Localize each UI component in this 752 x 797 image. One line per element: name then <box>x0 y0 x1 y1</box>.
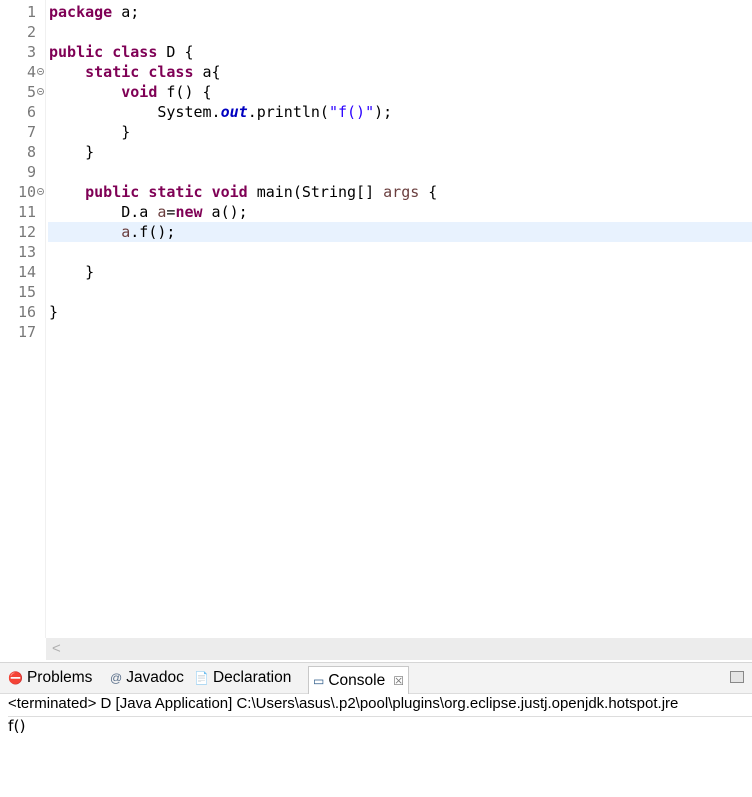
code-line[interactable]: 1 package a; <box>0 2 752 22</box>
code-text: } <box>49 123 131 141</box>
code-line[interactable]: 9 <box>0 162 752 182</box>
fold-collapse-icon[interactable] <box>37 88 44 95</box>
line-number: 7 <box>26 123 36 141</box>
line-number: 16 <box>17 303 36 321</box>
code-text: package a; <box>49 3 140 21</box>
line-number: 8 <box>26 143 36 161</box>
code-text: } <box>49 303 59 321</box>
code-line[interactable]: 15 <box>0 282 752 302</box>
fold-collapse-icon[interactable] <box>37 188 44 195</box>
console-icon: ▭ <box>313 673 325 688</box>
code-text: public static void main(String[] args { <box>85 183 438 201</box>
console-divider <box>8 716 752 717</box>
code-line[interactable]: 8 } <box>0 142 752 162</box>
tab-javadoc[interactable]: @ Javadoc <box>110 667 184 689</box>
line-number: 17 <box>17 323 36 341</box>
code-text: } <box>49 143 95 161</box>
line-number: 2 <box>26 23 36 41</box>
code-line[interactable]: 7 } <box>0 122 752 142</box>
tab-console[interactable]: ▭ Console ☒ <box>308 666 409 694</box>
console-output: f() <box>8 717 26 735</box>
line-number: 5 <box>26 83 36 101</box>
code-text: public class D { <box>49 43 194 61</box>
code-line[interactable]: 14 } <box>0 262 752 282</box>
code-line[interactable]: 17 <box>0 322 752 342</box>
scroll-left-icon[interactable]: < <box>52 640 61 657</box>
line-number: 15 <box>17 283 36 301</box>
tab-label: Problems <box>26 669 93 686</box>
code-line[interactable]: 5 void f() { <box>0 82 752 102</box>
horizontal-scrollbar[interactable]: < <box>46 638 752 660</box>
line-number: 6 <box>26 103 36 121</box>
line-number: 10 <box>17 183 36 201</box>
code-line[interactable]: 11 D.a a=new a(); <box>0 202 752 222</box>
tab-declaration[interactable]: 📄 Declaration <box>194 667 291 689</box>
code-editor[interactable]: 1 package a; 2 3 public class D {4 static cl… <box>0 0 752 660</box>
tab-label: Console <box>328 671 386 689</box>
line-number: 13 <box>17 243 36 261</box>
minimize-icon[interactable] <box>730 671 744 683</box>
line-number: 3 <box>26 43 36 61</box>
code-line[interactable]: 10 public static void main(String[] args… <box>0 182 752 202</box>
line-number: 1 <box>26 3 36 21</box>
code-text: D.a a=new a(); <box>49 203 248 221</box>
code-line[interactable]: 13 <box>0 242 752 262</box>
line-number: 9 <box>26 163 36 181</box>
line-number: 12 <box>17 223 36 241</box>
code-line[interactable]: 6 System.out.println("f()"); <box>0 102 752 122</box>
code-text: static class a{ <box>85 63 221 81</box>
panel-tabbar: ⛔ Problems @ Javadoc 📄 Declaration ▭ Console ☒ <box>0 663 752 694</box>
javadoc-icon: @ <box>110 671 123 685</box>
line-number: 14 <box>17 263 36 281</box>
code-text: System.out.println("f()"); <box>49 103 393 121</box>
close-icon[interactable]: ☒ <box>393 674 404 688</box>
code-text: } <box>49 263 95 281</box>
code-line[interactable]: 3 public class D { <box>0 42 752 62</box>
code-text: a.f(); <box>121 223 176 241</box>
bottom-panel: ⛔ Problems @ Javadoc 📄 Declaration ▭ Console ☒ <… <box>0 662 752 797</box>
code-line[interactable]: 4 static class a{ <box>0 62 752 82</box>
fold-collapse-icon[interactable] <box>37 68 44 75</box>
declaration-icon: 📄 <box>194 671 209 685</box>
code-line[interactable]: 2 <box>0 22 752 42</box>
code-line[interactable]: 12 a.f(); <box>0 222 752 242</box>
problems-icon: ⛔ <box>8 671 23 685</box>
tab-label: Javadoc <box>126 669 184 686</box>
line-number: 11 <box>17 203 36 221</box>
console-status: <terminated> D [Java Application] C:\Use… <box>8 695 679 712</box>
tab-problems[interactable]: ⛔ Problems <box>8 667 92 689</box>
line-number: 4 <box>26 63 36 81</box>
code-text: void f() { <box>121 83 212 101</box>
code-line[interactable]: 16} <box>0 302 752 322</box>
tab-label: Declaration <box>212 669 292 686</box>
